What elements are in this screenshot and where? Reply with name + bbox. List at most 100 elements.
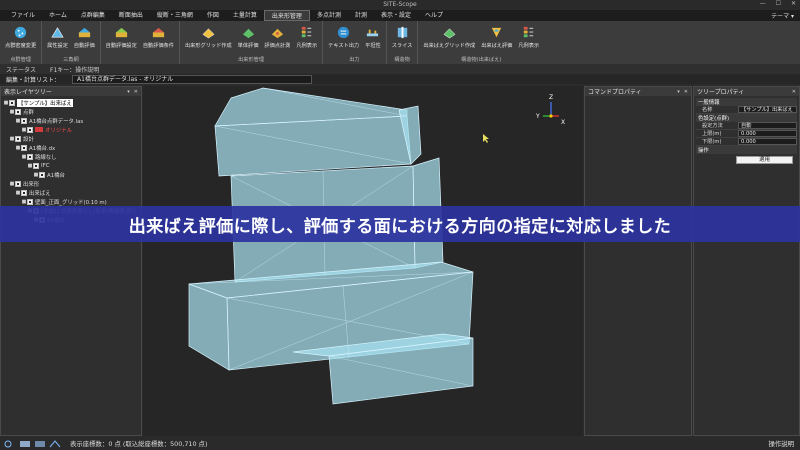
tree-label: 設計 (23, 136, 34, 143)
prop-key: 設定方法 (702, 123, 723, 129)
x-axis-label: X (561, 119, 565, 126)
layer-checkbox[interactable] (27, 198, 33, 205)
layer-checkbox[interactable] (21, 117, 27, 124)
snap-icon[interactable] (4, 440, 16, 448)
menu-help[interactable]: ヘルプ (418, 10, 450, 21)
finish-eval-label: 出来ばえ評価 (481, 43, 513, 49)
minimize-button[interactable]: — (760, 0, 766, 7)
tree-row[interactable]: ■ 設計 (3, 134, 141, 143)
maximize-button[interactable]: ☐ (776, 0, 781, 7)
prop-value-name[interactable]: 【サンプル】出来ばえ (738, 106, 797, 113)
mesh-face-cap-front (214, 115, 412, 177)
command-property-title: コマンドプロパティ (588, 89, 642, 96)
measure-icon (271, 28, 284, 39)
status-row: ステータス F1キー：操作説明 (0, 64, 800, 74)
command-property-header: コマンドプロパティ ▾ ✕ (585, 87, 691, 96)
tree-row[interactable]: ■A1橋台 (3, 170, 141, 179)
menu-home[interactable]: ホーム (42, 10, 74, 21)
layer-checkbox[interactable] (27, 153, 33, 160)
tree-row[interactable]: ■ 壁面_正面_グリッド(0.10 m) (3, 197, 141, 206)
panel-controls: ✕ (792, 89, 796, 95)
tree-row[interactable]: ■ 出来形 (3, 179, 141, 188)
menu-profile-tin[interactable]: 縦断・三角網 (150, 10, 200, 21)
prop-row-method: 設定方法 自動 (696, 122, 797, 130)
prop-value-upper[interactable]: 0.000 (738, 130, 797, 137)
layer-checkbox[interactable] (15, 135, 21, 142)
prop-row-lower: 下限(m) 0.000 (696, 138, 797, 146)
menu-earthwork[interactable]: 土量計算 (226, 10, 264, 21)
property-table: 一般情報 名称 【サンプル】出来ばえ 色設定(点群) 設定方法 自動 上限(m)… (696, 98, 797, 164)
tree-row[interactable]: ■ IFC (3, 161, 141, 170)
apply-button[interactable]: 適用 (736, 156, 793, 164)
group-label-pointcloud: 点群管理 (10, 57, 31, 63)
ribbon-group-structure: スライス 構造物 (387, 21, 419, 64)
layer-checkbox[interactable] (15, 108, 21, 115)
density-change-label: 点群密度変更 (5, 43, 37, 49)
z-axis-label: Z (549, 94, 553, 101)
theme-menu[interactable]: テーマ ▾ (771, 11, 800, 20)
layer-checkbox[interactable] (27, 126, 33, 133)
menu-pointcloud-edit[interactable]: 点群編集 (74, 10, 112, 21)
pin-icon[interactable]: ▾ (677, 89, 680, 95)
menu-multipoint[interactable]: 多点計測 (310, 10, 348, 21)
finish-grid-label: 出来ばえグリッド作成 (423, 43, 476, 49)
pin-icon[interactable]: ▾ (127, 89, 130, 95)
help-link[interactable]: 操作説明 (768, 439, 800, 448)
tree-row[interactable]: ■ オリジナル (3, 125, 141, 134)
auto-eval-conditions-label: 自動評価条件 (142, 43, 174, 49)
ribbon-group-auto: 自動評価設定 自動評価条件 (101, 21, 180, 64)
menu-file[interactable]: ファイル (4, 10, 42, 21)
auto-eval-settings-label: 自動評価設定 (105, 43, 137, 49)
close-button[interactable]: ✕ (791, 0, 796, 7)
tree-row[interactable]: ■ 路線なし (3, 152, 141, 161)
tree-row[interactable]: ■ 出来ばえ (3, 188, 141, 197)
mouse-cursor-icon (483, 134, 489, 143)
command-property-panel: コマンドプロパティ ▾ ✕ (584, 86, 692, 436)
close-panel-icon[interactable]: ✕ (134, 89, 138, 95)
layer-tree: ■ 【サンプル】出来ばえ ■ 点群 ■ A1橋台点群データ.las ■ オリジナル ■ 設計 ■ A1… (1, 96, 141, 224)
single-eval-label: 単体評価 (237, 43, 259, 49)
single-eval-icon (242, 28, 254, 39)
menu-section-extract[interactable]: 断面抽出 (112, 10, 150, 21)
prop-value-lower[interactable]: 0.000 (738, 138, 797, 145)
auto-eval-settings-button[interactable]: 自動評価設定 (103, 23, 140, 64)
auto-settings-icon (115, 27, 127, 38)
layer-checkbox[interactable] (21, 144, 27, 151)
close-panel-icon[interactable]: ✕ (684, 89, 688, 95)
layer-checkbox[interactable] (9, 99, 15, 106)
menu-drawing[interactable]: 作図 (200, 10, 226, 21)
tree-row[interactable]: ■ 点群 (3, 107, 141, 116)
panel-controls: ▾ ✕ (127, 89, 138, 95)
edit-list-row: 編集・計算リスト： A1橋台点群データ.las - オリジナル (0, 74, 800, 84)
edit-list-label: 編集・計算リスト： (6, 76, 61, 84)
menu-measure[interactable]: 計測 (348, 10, 374, 21)
3d-viewport[interactable]: Z Y X (143, 86, 583, 436)
mesh-face-footing-left (188, 283, 230, 371)
tree-row[interactable]: ■ A1橋台点群データ.las (3, 116, 141, 125)
menu-view-settings[interactable]: 表示・設定 (374, 10, 418, 21)
tree-label: A1橋台点群データ.las (29, 118, 84, 125)
slice-label: スライス (391, 43, 413, 49)
layer-checkbox[interactable] (15, 180, 21, 187)
prop-value-method[interactable]: 自動 (738, 122, 797, 129)
legend-icon (302, 26, 312, 38)
auto-eval-conditions-button[interactable]: 自動評価条件 (140, 23, 177, 64)
grid-toggle-icon[interactable] (49, 439, 61, 448)
tree-row[interactable]: ■ 【サンプル】出来ばえ (3, 98, 141, 107)
menu-as-built[interactable]: 出来形管理 (263, 10, 310, 21)
close-panel-icon[interactable]: ✕ (792, 89, 796, 95)
layer-checkbox[interactable] (33, 162, 39, 169)
edit-list-field[interactable]: A1橋台点群データ.las - オリジナル (72, 74, 313, 84)
legend-label: 凡例表示 (296, 43, 318, 49)
panel-controls: ▾ ✕ (677, 89, 688, 95)
tree-row[interactable]: ■ A1橋台.dx (3, 143, 141, 152)
layer-tree-header: 表示レイヤツリー ▾ ✕ (1, 87, 141, 96)
grid-icon (202, 28, 215, 39)
group-label-asbuilt: 出来形管理 (238, 57, 265, 63)
layer-checkbox[interactable] (21, 189, 27, 196)
layer-toggle-icon[interactable] (34, 440, 46, 448)
auto-conditions-icon (152, 27, 164, 38)
display-mode-icon[interactable] (19, 440, 31, 448)
layer-checkbox[interactable] (39, 171, 45, 178)
prop-key: 下限(m) (702, 139, 722, 145)
